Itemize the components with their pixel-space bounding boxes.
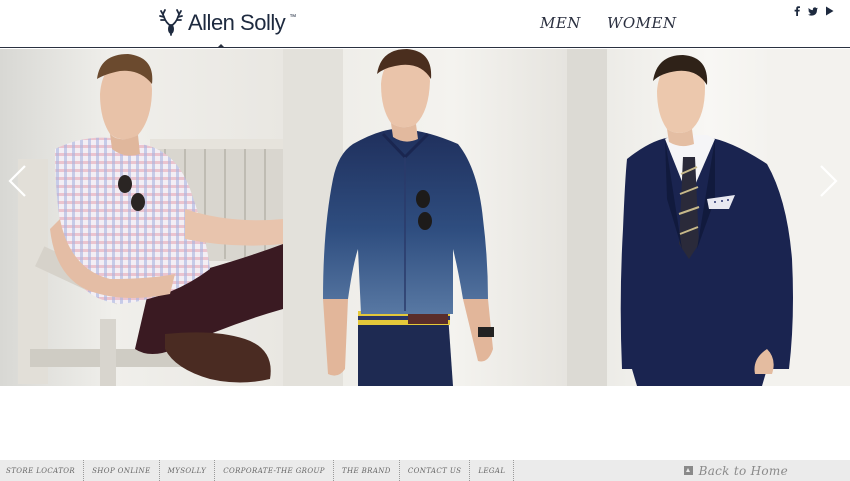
footer-link-the-brand[interactable]: THE BRAND bbox=[334, 460, 400, 481]
logo-caret bbox=[217, 44, 225, 48]
chevron-right-icon bbox=[820, 165, 838, 197]
brand-name: Allen Solly bbox=[188, 10, 286, 35]
footer-link-mysolly[interactable]: MYSOLLY bbox=[160, 460, 216, 481]
back-to-home-label: Back to Home bbox=[698, 463, 788, 478]
brand-logo[interactable]: Allen Solly ™ bbox=[158, 8, 296, 38]
footer-link-shop-online[interactable]: SHOP ONLINE bbox=[84, 460, 160, 481]
twitter-icon[interactable] bbox=[808, 6, 818, 16]
footer-links: STORE LOCATOR SHOP ONLINE MYSOLLY CORPOR… bbox=[0, 460, 515, 481]
home-up-arrow-icon bbox=[683, 466, 693, 475]
footer-link-legal[interactable]: LEGAL bbox=[470, 460, 515, 481]
stag-antlers-icon bbox=[159, 9, 183, 36]
nav-women[interactable]: WOMEN bbox=[607, 14, 677, 32]
site-footer: STORE LOCATOR SHOP ONLINE MYSOLLY CORPOR… bbox=[0, 460, 850, 481]
model-navy-suit-image bbox=[567, 49, 850, 386]
slide-model-navy-suit[interactable] bbox=[567, 49, 850, 386]
back-to-home-link[interactable]: Back to Home bbox=[683, 460, 788, 481]
footer-link-contact-us[interactable]: CONTACT US bbox=[400, 460, 471, 481]
nav-men[interactable]: MEN bbox=[540, 14, 581, 32]
social-links bbox=[792, 6, 834, 16]
facebook-icon[interactable] bbox=[792, 6, 802, 16]
slider-next-button[interactable] bbox=[816, 164, 840, 198]
model-denim-shirt-image bbox=[283, 49, 494, 386]
youtube-icon[interactable] bbox=[824, 6, 834, 16]
model-gingham-shirt-image bbox=[18, 54, 283, 386]
hero-slider bbox=[0, 49, 850, 386]
main-nav: MEN WOMEN bbox=[540, 14, 677, 32]
site-header: Allen Solly ™ MEN WOMEN bbox=[0, 0, 850, 48]
footer-link-corporate[interactable]: CORPORATE-THE GROUP bbox=[215, 460, 334, 481]
trademark-symbol: ™ bbox=[289, 14, 297, 21]
slider-prev-button[interactable] bbox=[6, 164, 30, 198]
slide-model-gingham-shirt[interactable] bbox=[0, 49, 283, 386]
footer-link-store-locator[interactable]: STORE LOCATOR bbox=[0, 460, 85, 481]
chevron-left-icon bbox=[8, 165, 26, 197]
slide-model-denim-shirt[interactable] bbox=[283, 49, 567, 386]
